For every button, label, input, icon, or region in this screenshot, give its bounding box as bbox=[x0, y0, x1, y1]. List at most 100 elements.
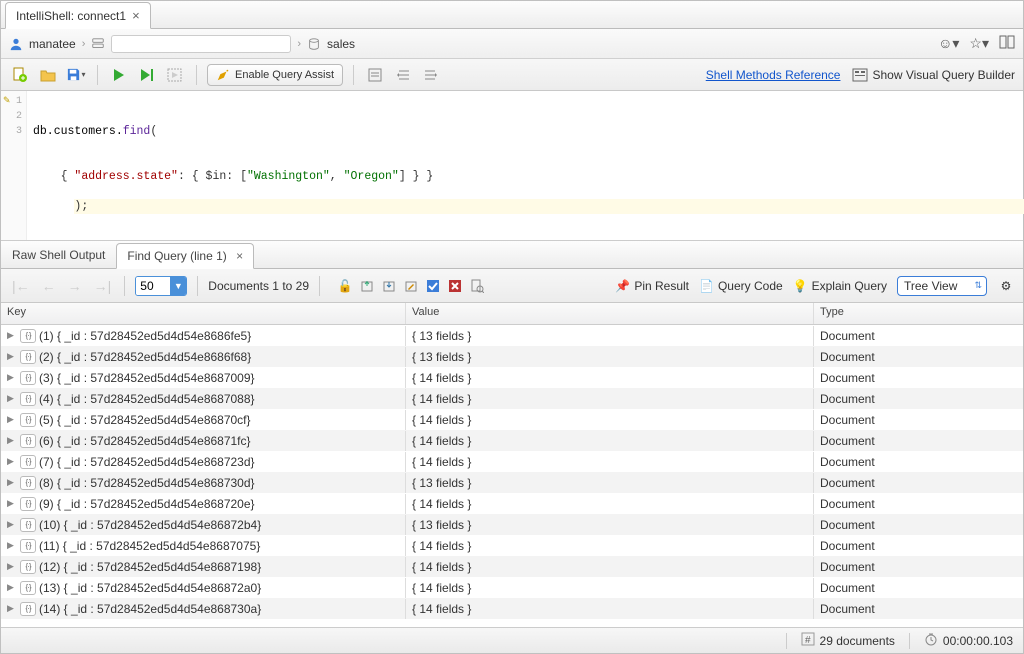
pin-result-button[interactable]: 📌 Pin Result bbox=[615, 279, 689, 293]
run-icon[interactable] bbox=[108, 64, 130, 86]
code-string: "Oregon" bbox=[344, 170, 399, 183]
row-type: Document bbox=[820, 329, 875, 343]
view-label: Tree View bbox=[904, 279, 957, 293]
table-row[interactable]: ▶{·}(8) { _id : 57d28452ed5d4d54e868730d… bbox=[1, 472, 1023, 493]
row-key: (5) { _id : 57d28452ed5d4d54e86870cf} bbox=[39, 413, 251, 427]
table-row[interactable]: ▶{·}(2) { _id : 57d28452ed5d4d54e8686f68… bbox=[1, 346, 1023, 367]
breadcrumb-field[interactable] bbox=[111, 35, 291, 53]
expand-icon[interactable]: ▶ bbox=[7, 393, 17, 404]
folder-icon[interactable] bbox=[37, 64, 59, 86]
nav-prev[interactable]: ← bbox=[39, 278, 59, 294]
bulb-icon: 💡 bbox=[793, 279, 808, 293]
expand-icon[interactable]: ▶ bbox=[7, 477, 17, 488]
table-row[interactable]: ▶{·}(13) { _id : 57d28452ed5d4d54e86872a… bbox=[1, 577, 1023, 598]
nav-next[interactable]: → bbox=[65, 278, 85, 294]
separator bbox=[353, 65, 354, 85]
row-key: (7) { _id : 57d28452ed5d4d54e868723d} bbox=[39, 455, 255, 469]
delete-icon[interactable] bbox=[446, 277, 464, 295]
expand-icon[interactable]: ▶ bbox=[7, 498, 17, 509]
hash-icon: # bbox=[801, 632, 815, 649]
row-type: Document bbox=[820, 455, 875, 469]
run-line-icon[interactable] bbox=[136, 64, 158, 86]
row-key: (3) { _id : 57d28452ed5d4d54e8687009} bbox=[39, 371, 255, 385]
tab-title: IntelliShell: connect1 bbox=[16, 9, 126, 23]
tab-intellishell[interactable]: IntelliShell: connect1 × bbox=[5, 2, 151, 29]
close-icon[interactable]: × bbox=[236, 249, 243, 263]
expand-icon[interactable]: ▶ bbox=[7, 561, 17, 572]
row-value: { 13 fields } bbox=[412, 476, 471, 490]
database-icon bbox=[307, 37, 321, 51]
show-vqb-button[interactable]: Show Visual Query Builder bbox=[852, 68, 1015, 82]
search-doc-icon[interactable] bbox=[468, 277, 486, 295]
save-icon[interactable]: ▾ bbox=[65, 64, 87, 86]
nav-first[interactable]: |← bbox=[9, 278, 33, 294]
format-icon-1[interactable] bbox=[364, 64, 386, 86]
col-key-header[interactable]: Key bbox=[1, 303, 406, 324]
indent-right-icon[interactable] bbox=[420, 64, 442, 86]
document-brace-icon: {·} bbox=[20, 434, 36, 448]
gear-icon[interactable]: ⚙ bbox=[997, 277, 1015, 295]
table-row[interactable]: ▶{·}(4) { _id : 57d28452ed5d4d54e8687088… bbox=[1, 388, 1023, 409]
chevron-right-icon: › bbox=[297, 38, 301, 50]
database-name[interactable]: sales bbox=[327, 37, 355, 51]
check-icon[interactable] bbox=[424, 277, 442, 295]
expand-icon[interactable]: ▶ bbox=[7, 603, 17, 614]
expand-icon[interactable]: ▶ bbox=[7, 582, 17, 593]
run-selection-icon[interactable] bbox=[164, 64, 186, 86]
close-icon[interactable]: × bbox=[132, 8, 140, 23]
explain-query-button[interactable]: 💡 Explain Query bbox=[793, 279, 887, 293]
shell-methods-link[interactable]: Shell Methods Reference bbox=[706, 68, 841, 82]
expand-icon[interactable]: ▶ bbox=[7, 456, 17, 467]
expand-icon[interactable]: ▶ bbox=[7, 435, 17, 446]
page-size-input[interactable] bbox=[136, 277, 170, 295]
smile-icon[interactable]: ☺▾ bbox=[938, 35, 959, 52]
table-row[interactable]: ▶{·}(7) { _id : 57d28452ed5d4d54e868723d… bbox=[1, 451, 1023, 472]
result-tabs: Raw Shell Output Find Query (line 1) × bbox=[1, 241, 1023, 269]
col-value-header[interactable]: Value bbox=[406, 303, 814, 324]
document-icon: 📄 bbox=[699, 279, 714, 293]
expand-icon[interactable]: ▶ bbox=[7, 330, 17, 341]
tab-bar: IntelliShell: connect1 × bbox=[1, 1, 1023, 29]
updown-icon[interactable]: ⇅ bbox=[974, 280, 982, 291]
expand-icon[interactable]: ▶ bbox=[7, 540, 17, 551]
page-size-select[interactable]: ▼ bbox=[135, 276, 187, 296]
document-brace-icon: {·} bbox=[20, 392, 36, 406]
row-key: (9) { _id : 57d28452ed5d4d54e868720e} bbox=[39, 497, 255, 511]
editor[interactable]: 1 2 3 db.customers.find( { "address.stat… bbox=[1, 91, 1023, 241]
import-icon[interactable] bbox=[380, 277, 398, 295]
columns-icon[interactable] bbox=[999, 35, 1015, 52]
table-row[interactable]: ▶{·}(9) { _id : 57d28452ed5d4d54e868720e… bbox=[1, 493, 1023, 514]
expand-icon[interactable]: ▶ bbox=[7, 351, 17, 362]
enable-query-assist-button[interactable]: Enable Query Assist bbox=[207, 64, 343, 86]
expand-icon[interactable]: ▶ bbox=[7, 414, 17, 425]
indent-left-icon[interactable] bbox=[392, 64, 414, 86]
row-value: { 14 fields } bbox=[412, 581, 471, 595]
table-row[interactable]: ▶{·}(1) { _id : 57d28452ed5d4d54e8686fe5… bbox=[1, 325, 1023, 346]
chevron-down-icon[interactable]: ▼ bbox=[170, 276, 186, 296]
expand-icon[interactable]: ▶ bbox=[7, 519, 17, 530]
lock-icon[interactable]: 🔓 bbox=[336, 277, 354, 295]
table-row[interactable]: ▶{·}(5) { _id : 57d28452ed5d4d54e86870cf… bbox=[1, 409, 1023, 430]
query-code-button[interactable]: 📄 Query Code bbox=[699, 279, 783, 293]
col-type-header[interactable]: Type bbox=[814, 303, 1023, 324]
table-row[interactable]: ▶{·}(12) { _id : 57d28452ed5d4d54e868719… bbox=[1, 556, 1023, 577]
row-type: Document bbox=[820, 518, 875, 532]
user-name[interactable]: manatee bbox=[29, 37, 76, 51]
code-area[interactable]: db.customers.find( { "address.state": { … bbox=[27, 91, 1023, 240]
tab-find-query[interactable]: Find Query (line 1) × bbox=[116, 243, 254, 269]
row-value: { 14 fields } bbox=[412, 497, 471, 511]
export-icon[interactable] bbox=[358, 277, 376, 295]
table-row[interactable]: ▶{·}(3) { _id : 57d28452ed5d4d54e8687009… bbox=[1, 367, 1023, 388]
tab-raw-output[interactable]: Raw Shell Output bbox=[1, 242, 116, 268]
table-row[interactable]: ▶{·}(6) { _id : 57d28452ed5d4d54e86871fc… bbox=[1, 430, 1023, 451]
nav-last[interactable]: →| bbox=[91, 278, 115, 294]
breadcrumb-right: ☺▾ ☆▾ bbox=[938, 35, 1015, 52]
table-row[interactable]: ▶{·}(10) { _id : 57d28452ed5d4d54e86872b… bbox=[1, 514, 1023, 535]
view-mode-select[interactable]: Tree View ⇅ bbox=[897, 276, 987, 296]
expand-icon[interactable]: ▶ bbox=[7, 372, 17, 383]
new-doc-icon[interactable] bbox=[9, 64, 31, 86]
table-row[interactable]: ▶{·}(14) { _id : 57d28452ed5d4d54e868730… bbox=[1, 598, 1023, 619]
edit-icon[interactable] bbox=[402, 277, 420, 295]
table-row[interactable]: ▶{·}(11) { _id : 57d28452ed5d4d54e868707… bbox=[1, 535, 1023, 556]
star-icon[interactable]: ☆▾ bbox=[969, 35, 989, 52]
